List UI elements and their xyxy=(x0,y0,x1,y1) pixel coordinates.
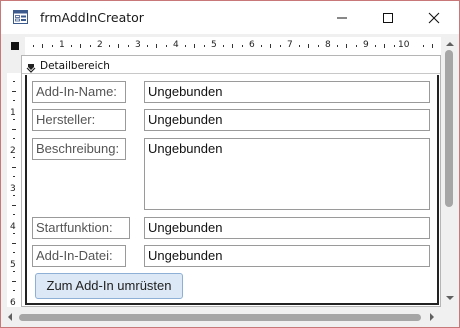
vertical-ruler[interactable]: 1 2 3 4 5 6 xyxy=(7,73,21,311)
textbox-beschreibung[interactable]: Ungebunden xyxy=(144,138,430,210)
textbox-startfunktion[interactable]: Ungebunden xyxy=(144,217,430,239)
horizontal-ruler-ticks xyxy=(33,44,433,48)
ruler-number: 5 xyxy=(10,260,16,270)
maximize-icon xyxy=(383,13,393,23)
maximize-button[interactable] xyxy=(365,1,411,34)
close-button[interactable] xyxy=(411,1,457,34)
scroll-left-icon[interactable] xyxy=(3,310,17,324)
scroll-right-icon[interactable] xyxy=(425,310,439,324)
ruler-number: 2 xyxy=(97,40,103,50)
textbox-add-in-datei[interactable]: Ungebunden xyxy=(144,245,430,267)
design-canvas: Detailbereich Add-In-Name: Ungebunden He… xyxy=(21,55,441,307)
ruler-number: 7 xyxy=(287,40,293,50)
arrow-down-icon xyxy=(26,60,36,73)
window-title: frmAddInCreator xyxy=(40,10,144,25)
form-design-window: frmAddInCreator 1 2 3 4 5 6 7 8 9 10 1 2… xyxy=(0,0,460,328)
ruler-number: 9 xyxy=(363,40,369,50)
textbox-hersteller[interactable]: Ungebunden xyxy=(144,109,430,131)
ruler-number: 10 xyxy=(398,40,410,50)
convert-add-in-button[interactable]: Zum Add-In umrüsten xyxy=(35,273,183,299)
detail-section[interactable]: Add-In-Name: Ungebunden Hersteller: Unge… xyxy=(25,75,439,305)
vertical-scroll-thumb[interactable] xyxy=(445,50,453,207)
minimize-icon xyxy=(337,17,347,19)
horizontal-ruler[interactable]: 1 2 3 4 5 6 7 8 9 10 xyxy=(25,37,441,55)
close-icon xyxy=(428,12,440,24)
form-icon xyxy=(13,10,28,24)
ruler-number: 8 xyxy=(325,40,331,50)
label-beschreibung: Beschreibung: xyxy=(32,138,126,160)
label-startfunktion: Startfunktion: xyxy=(32,217,130,239)
ruler-number: 5 xyxy=(211,40,217,50)
title-bar[interactable]: frmAddInCreator xyxy=(1,1,459,34)
horizontal-scroll-thumb[interactable] xyxy=(19,314,421,321)
ruler-number: 2 xyxy=(10,146,16,156)
ruler-number: 4 xyxy=(10,222,16,232)
ruler-number: 4 xyxy=(173,40,179,50)
scroll-down-icon[interactable] xyxy=(443,291,457,305)
ruler-number: 3 xyxy=(135,40,141,50)
ruler-number: 3 xyxy=(10,184,16,194)
section-header-detail[interactable]: Detailbereich xyxy=(22,56,440,74)
ruler-number: 1 xyxy=(10,108,16,118)
minimize-button[interactable] xyxy=(319,1,365,34)
ruler-number: 1 xyxy=(59,40,65,50)
size-grip xyxy=(441,307,459,327)
label-add-in-name: Add-In-Name: xyxy=(32,81,126,103)
textbox-add-in-name[interactable]: Ungebunden xyxy=(144,81,430,103)
form-selector[interactable] xyxy=(11,42,19,50)
ruler-number: 6 xyxy=(249,40,255,50)
label-add-in-datei: Add-In-Datei: xyxy=(32,245,126,267)
section-label: Detailbereich xyxy=(40,60,110,72)
scroll-up-icon[interactable] xyxy=(443,37,457,51)
label-hersteller: Hersteller: xyxy=(32,109,126,131)
